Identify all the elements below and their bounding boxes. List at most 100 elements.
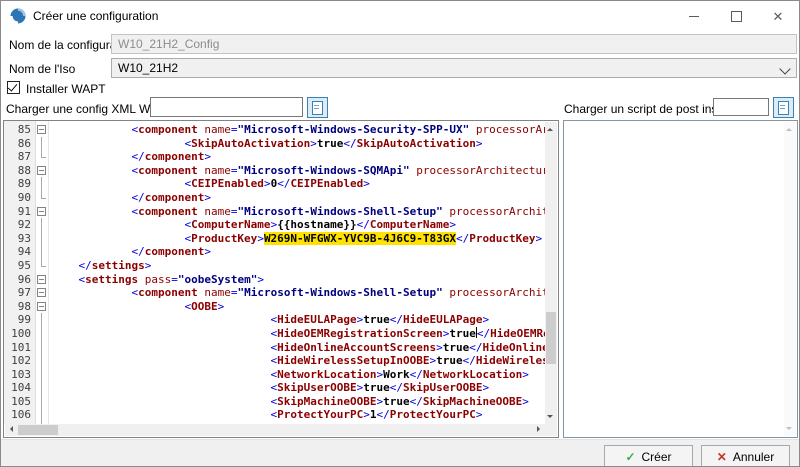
line-number: 89 [4,177,35,191]
iso-name-combobox[interactable]: W10_21H2 [111,58,797,78]
code-line-105[interactable]: 105 <SkipMachineOOBE>true</SkipMachineOO… [4,395,545,409]
minimize-button[interactable] [673,1,715,31]
code-segment: processorArchitecture [443,286,545,299]
code-line-85[interactable]: 85 <component name="Microsoft-Windows-Se… [4,123,545,137]
code-text: <SkipMachineOOBE>true</SkipMachineOOBE> [49,395,529,409]
winpe-xml-browse-button[interactable] [307,97,328,118]
code-segment: ProtectYourPC [390,408,476,421]
fold-minus-icon[interactable] [37,207,46,216]
code-line-104[interactable]: 104 <SkipUserOOBE>true</SkipUserOOBE> [4,381,545,395]
fold-minus-icon[interactable] [37,125,46,134]
code-line-95[interactable]: 95 </settings> [4,259,545,273]
code-segment: processorArchitecture [469,123,545,136]
fold-guide [35,259,49,273]
post-install-input[interactable] [713,98,769,116]
maximize-icon [731,11,742,22]
scroll-down-icon[interactable] [786,427,792,433]
fold-collapse-control[interactable] [35,300,49,314]
code-text: <NetworkLocation>Work</NetworkLocation> [49,368,529,382]
minimize-icon [689,16,699,17]
code-segment: > [264,177,271,190]
code-segment: SkipMachineOOBE [423,395,522,408]
line-number: 93 [4,232,35,246]
fold-guide [35,150,49,164]
code-text: <HideOEMRegistrationScreen>true</HideOEM… [49,327,545,341]
line-number: 97 [4,286,35,300]
code-segment: processorArchitecture [410,164,545,177]
code-line-99[interactable]: 99 <HideEULAPage>true</HideEULAPage> [4,313,545,327]
code-segment: SkipMachineOOBE [277,395,376,408]
editor-vscrollbar[interactable] [545,122,557,424]
create-button-label: Créer [642,450,672,464]
code-line-88[interactable]: 88 <component name="Microsoft-Windows-SQ… [4,164,545,178]
code-text: </component> [49,150,211,164]
code-line-90[interactable]: 90 </component> [4,191,545,205]
code-line-97[interactable]: 97 <component name="Microsoft-Windows-Sh… [4,286,545,300]
fold-guide [35,381,49,395]
editor-hscrollbar[interactable] [5,424,545,436]
code-segment: CEIPEnabled [191,177,264,190]
scroll-left-icon[interactable] [7,426,13,432]
fold-collapse-control[interactable] [35,286,49,300]
fold-guide [35,354,49,368]
vscroll-thumb[interactable] [546,312,556,364]
code-text: <settings pass="oobeSystem"> [49,273,264,287]
code-segment: processorArchitecture [443,205,545,218]
code-segment: NetworkLocation [423,368,522,381]
check-icon [8,81,18,91]
fold-collapse-control[interactable] [35,123,49,137]
code-segment: > [363,408,370,421]
scroll-up-icon[interactable] [786,125,792,131]
close-button[interactable]: ✕ [757,1,799,31]
code-segment: true [449,327,476,340]
code-line-89[interactable]: 89 <CEIPEnabled>0</CEIPEnabled> [4,177,545,191]
fold-minus-icon[interactable] [37,166,46,175]
fold-minus-icon[interactable] [37,302,46,311]
fold-collapse-control[interactable] [35,164,49,178]
code-line-101[interactable]: 101 <HideOnlineAccountScreens>true</Hide… [4,341,545,355]
code-segment: </ [277,177,290,190]
fold-minus-icon[interactable] [37,288,46,297]
line-number: 94 [4,245,35,259]
create-button[interactable]: ✓ Créer [604,445,693,467]
winpe-xml-input[interactable] [150,97,303,117]
code-line-92[interactable]: 92 <ComputerName>{{hostname}}</ComputerN… [4,218,545,232]
line-number: 98 [4,300,35,314]
code-lines[interactable]: 85 <component name="Microsoft-Windows-Se… [4,123,545,424]
code-line-94[interactable]: 94 </component> [4,245,545,259]
scroll-down-icon[interactable] [547,415,553,421]
code-line-106[interactable]: 106 <ProtectYourPC>1</ProtectYourPC> [4,408,545,422]
code-line-100[interactable]: 100 <HideOEMRegistrationScreen>true</Hid… [4,327,545,341]
code-line-98[interactable]: 98 <OOBE> [4,300,545,314]
code-line-91[interactable]: 91 <component name="Microsoft-Windows-Sh… [4,205,545,219]
code-segment: HideOnlineAccountScreens [483,341,546,354]
install-wapt-checkbox[interactable] [7,81,20,94]
code-text: </settings> [49,259,151,273]
panel-vscrollbar[interactable] [784,122,796,436]
code-line-103[interactable]: 103 <NetworkLocation>Work</NetworkLocati… [4,368,545,382]
fold-collapse-control[interactable] [35,273,49,287]
code-line-87[interactable]: 87 </component> [4,150,545,164]
config-name-input[interactable]: W10_21H2_Config [111,34,797,54]
fold-minus-icon[interactable] [37,275,46,284]
code-segment: NetworkLocation [277,368,376,381]
code-line-93[interactable]: 93 <ProductKey>W269N-WFGWX-YVC9B-4J6C9-T… [4,232,545,246]
scroll-up-icon[interactable] [547,125,553,131]
code-line-96[interactable]: 96 <settings pass="oobeSystem"> [4,273,545,287]
code-line-102[interactable]: 102 <HideWirelessSetupInOOBE>true</HideW… [4,354,545,368]
code-text: <component name="Microsoft-Windows-Secur… [49,123,545,137]
post-install-script-panel[interactable] [563,120,798,438]
post-install-label: Charger un script de post install [564,102,733,116]
hscroll-thumb[interactable] [18,425,58,435]
post-install-browse-button[interactable] [773,97,794,118]
scroll-right-icon[interactable] [537,426,543,432]
code-segment: "Microsoft-Windows-SQMApi" [237,164,409,177]
xml-editor[interactable]: 85 <component name="Microsoft-Windows-Se… [3,120,559,438]
code-line-86[interactable]: 86 <SkipAutoActivation>true</SkipAutoAct… [4,137,545,151]
fold-collapse-control[interactable] [35,205,49,219]
maximize-button[interactable] [715,1,757,31]
cancel-button[interactable]: ✕ Annuler [701,445,790,467]
fold-guide [35,341,49,355]
code-text: <HideOnlineAccountScreens>true</HideOnli… [49,341,545,355]
code-segment: = [171,273,178,286]
